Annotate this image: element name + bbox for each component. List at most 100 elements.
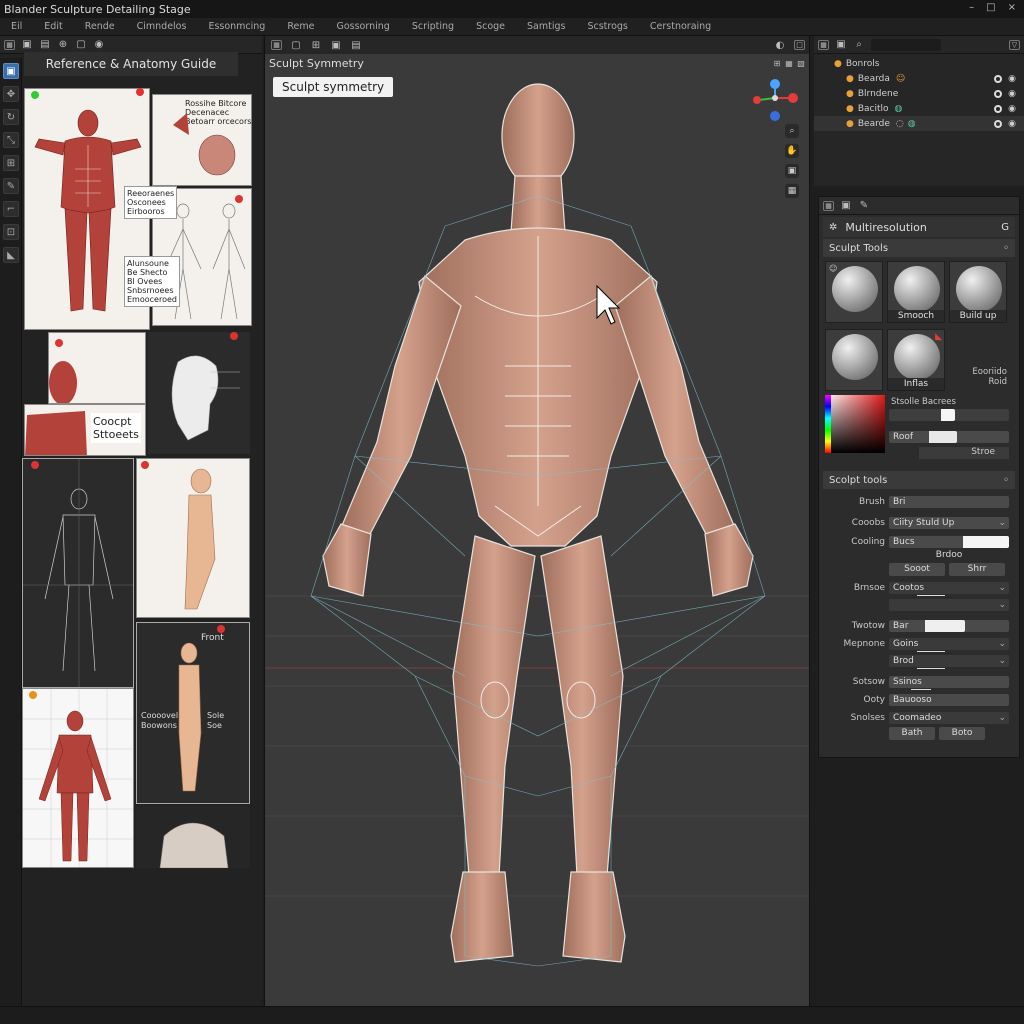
hue-slider[interactable] [825, 395, 831, 453]
pin-icon[interactable] [31, 461, 39, 469]
scale-tool-icon[interactable]: ⤡ [3, 132, 19, 148]
pin-icon[interactable] [136, 88, 144, 96]
brush-tile-build-up[interactable]: Build up [949, 261, 1007, 323]
move-tool-icon[interactable]: ✥ [3, 86, 19, 102]
rotate-tool-icon[interactable]: ↻ [3, 109, 19, 125]
minimize-button[interactable]: – [969, 2, 974, 13]
camera-icon[interactable]: ◉ [1008, 119, 1016, 129]
view-icon[interactable]: ▣ [21, 39, 33, 51]
bath-button[interactable]: Bath [889, 727, 935, 740]
pin-icon[interactable] [29, 691, 37, 699]
link-icon[interactable]: ⊕ [57, 39, 69, 51]
visibility-icon[interactable] [994, 119, 1003, 128]
brush-icon[interactable]: ✎ [858, 200, 870, 212]
dropdown-field[interactable]: Coomadeo ⌄ [889, 712, 1009, 724]
camera-icon[interactable]: ◉ [1008, 74, 1016, 84]
sculpt-tools-header[interactable]: Sculpt Tools ◦ [823, 239, 1015, 257]
front-side-reference[interactable]: Front Coooovel Sole Boowons Soe [136, 622, 250, 804]
editor-type-icon[interactable]: ▦ [4, 39, 15, 50]
stroke-field[interactable] [889, 409, 1009, 421]
pin-icon[interactable] [217, 625, 225, 633]
close-button[interactable]: × [1008, 2, 1016, 13]
3d-viewport[interactable]: ▦ ▢ ⊞ ▣ ▤ ◐ □ Sculpt Symmetry ⊞ ▦ ▧ Scul… [264, 36, 810, 1006]
torso-sculpt-reference[interactable] [136, 806, 250, 868]
sculpt-settings-header[interactable]: Scolpt tools ◦ [823, 471, 1015, 489]
strength-field[interactable]: Stroe [919, 447, 1009, 459]
sooot-button[interactable]: Sooot [889, 563, 945, 576]
shrr-button[interactable]: Shrr [949, 563, 1005, 576]
menu-item[interactable]: Gossorning [325, 21, 400, 32]
menu-item[interactable]: Scoge [465, 21, 516, 32]
head-muscle-reference[interactable]: Rossihe Bitcore Decenacec Betoarr orceco… [152, 94, 252, 186]
brush-tile-smooth[interactable]: Smooch [887, 261, 945, 323]
maximize-button[interactable]: □ [986, 2, 995, 13]
dropdown-field[interactable]: Goins ⌄ [889, 638, 1009, 650]
outliner-search-input[interactable] [871, 38, 941, 51]
brush-tile-draw[interactable]: ☺ [825, 261, 883, 323]
dropdown-field-empty[interactable]: ⌄ [889, 599, 1009, 611]
menu-item[interactable]: Edit [33, 21, 73, 32]
menu-item[interactable]: Cimndelos [126, 21, 198, 32]
editor-type-icon[interactable]: ▦ [818, 39, 829, 50]
outliner-row[interactable]: ● Bearda ☺ ◉ [814, 71, 1024, 86]
cube-tool-icon[interactable]: ▣ [3, 63, 19, 79]
color-picker[interactable] [825, 395, 885, 453]
brush-type-dropdown[interactable]: Ciity Stuld Up ⌄ [889, 517, 1009, 529]
visibility-icon[interactable] [994, 104, 1003, 113]
menu-item[interactable]: Reme [276, 21, 325, 32]
search-icon[interactable]: ⌕ [853, 39, 865, 51]
pin-icon[interactable]: ◉ [93, 39, 105, 51]
camera-icon[interactable]: ◉ [1008, 89, 1016, 99]
collapse-icon[interactable]: ◦ [1003, 475, 1009, 486]
camera-icon[interactable]: ◉ [1008, 104, 1016, 114]
image-icon[interactable]: ▤ [39, 39, 51, 51]
dropdown-field[interactable]: Brod ⌄ [889, 655, 1009, 667]
brush-field[interactable]: Bri [889, 496, 1009, 508]
outliner-row[interactable]: ● Bonrols [814, 56, 1024, 71]
menu-item[interactable]: Scstrogs [576, 21, 638, 32]
visibility-icon[interactable] [994, 74, 1003, 83]
side-body-reference[interactable] [136, 458, 250, 618]
dropdown-field[interactable]: Cootos ⌄ [889, 582, 1009, 594]
add-tool-icon[interactable]: ⊡ [3, 224, 19, 240]
menu-item[interactable]: Scripting [401, 21, 465, 32]
grid-muscle-reference[interactable] [22, 688, 134, 868]
visibility-icon[interactable] [994, 89, 1003, 98]
display-mode-icon[interactable]: ▣ [835, 39, 847, 51]
modifier-options-icon[interactable]: G [1001, 222, 1009, 233]
measure-tool-icon[interactable]: ⌐ [3, 201, 19, 217]
modifier-header[interactable]: ✲ Multiresolution G [823, 217, 1015, 237]
dropdown-field[interactable]: Ssinos [889, 676, 1009, 688]
pin-icon[interactable] [55, 339, 63, 347]
boto-button[interactable]: Boto [939, 727, 985, 740]
twotow-field[interactable]: Bar [889, 620, 1009, 632]
brush-tile-inflate[interactable]: ◣ Inflas [887, 329, 945, 391]
menu-item[interactable]: Eil [0, 21, 33, 32]
filter-icon[interactable]: ▽ [1009, 39, 1020, 50]
menu-item[interactable]: Cerstnoraing [639, 21, 722, 32]
dropdown-field[interactable]: Bauooso [889, 694, 1009, 706]
pin-icon[interactable] [141, 461, 149, 469]
pin-icon[interactable] [230, 332, 238, 340]
concept-sheet-reference[interactable]: Coocpt Sttoeets [24, 404, 146, 456]
torso-muscle-reference[interactable] [48, 332, 146, 404]
sculpt-scene[interactable] [265, 36, 810, 1006]
outliner-row-selected[interactable]: ● Bearde ◌ ◍ ◉ [814, 116, 1024, 131]
pin-icon[interactable] [31, 91, 39, 99]
brush-option[interactable]: Brdoo [889, 550, 1009, 562]
transform-tool-icon[interactable]: ⊞ [3, 155, 19, 171]
tool-settings-icon[interactable]: ▣ [840, 200, 852, 212]
outliner-row[interactable]: ● Blrndene ◉ [814, 86, 1024, 101]
menu-item[interactable]: Rende [74, 21, 126, 32]
cooling-field[interactable]: Bucs [889, 536, 1009, 548]
editor-type-icon[interactable]: ▦ [823, 200, 834, 211]
menu-item[interactable]: Essonmcing [197, 21, 276, 32]
collapse-icon[interactable]: ◦ [1003, 243, 1009, 254]
annotate-tool-icon[interactable]: ✎ [3, 178, 19, 194]
radius-field[interactable]: Roof [889, 431, 1009, 443]
brush-tile-sphere[interactable] [825, 329, 883, 391]
wireframe-figure-reference[interactable] [22, 458, 134, 688]
outliner-row[interactable]: ● Bacitlo ◍ ◉ [814, 101, 1024, 116]
frame-icon[interactable]: ▢ [75, 39, 87, 51]
head-sketch-reference[interactable] [148, 332, 250, 454]
